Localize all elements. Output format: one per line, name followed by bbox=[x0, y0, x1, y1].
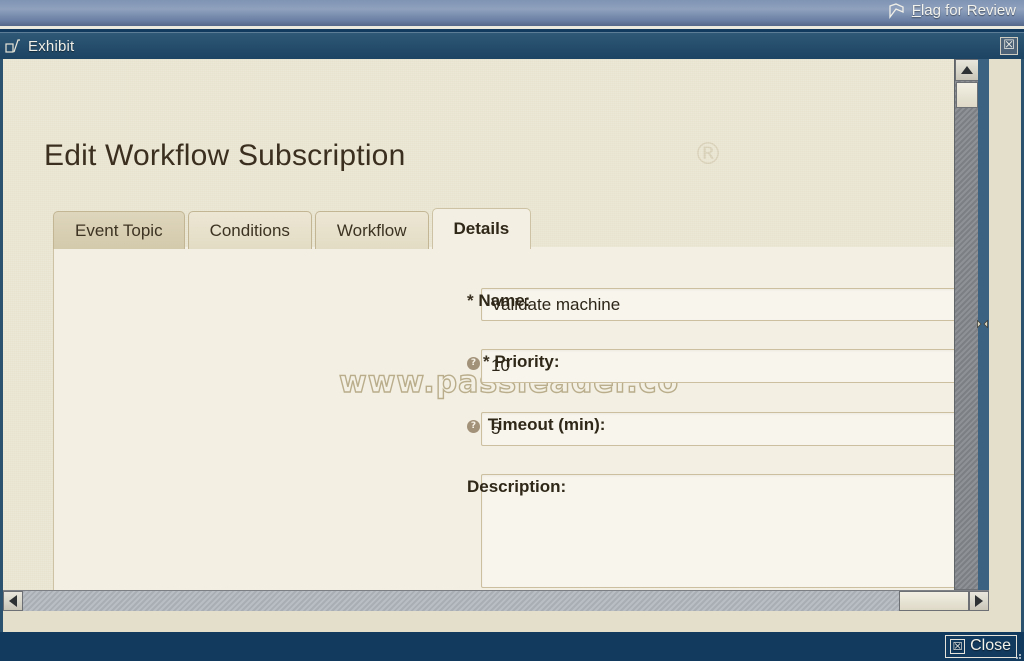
chevron-right-icon bbox=[975, 595, 983, 607]
flag-for-review-button[interactable]: Flag for Review bbox=[887, 2, 1016, 20]
priority-required-marker: * bbox=[483, 352, 490, 371]
tab-event-topic[interactable]: Event Topic bbox=[53, 211, 185, 249]
name-required-marker: * bbox=[467, 291, 474, 310]
tab-conditions[interactable]: Conditions bbox=[187, 211, 312, 249]
chevron-up-icon bbox=[961, 66, 973, 74]
flag-accesskey-letter: F bbox=[911, 2, 921, 19]
tab-strip: Event Topic Conditions Workflow Details bbox=[53, 208, 534, 249]
exhibit-window-body: vmware ® Edit Workflow Subscription Even… bbox=[0, 59, 1024, 632]
timeout-label-text: Timeout (min): bbox=[487, 415, 606, 434]
tab-details[interactable]: Details bbox=[431, 208, 532, 249]
page-canvas: vmware ® Edit Workflow Subscription Even… bbox=[3, 59, 989, 611]
app-top-bar: Flag for Review bbox=[0, 0, 1024, 29]
tab-workflow[interactable]: Workflow bbox=[314, 211, 429, 249]
form-row-priority: ? * Priority: bbox=[467, 349, 965, 383]
vertical-scrollbar[interactable] bbox=[954, 59, 979, 611]
window-title: Exhibit bbox=[28, 37, 75, 55]
priority-label: ? * Priority: bbox=[467, 352, 560, 372]
scroll-left-button[interactable] bbox=[3, 591, 23, 611]
flag-icon bbox=[889, 3, 904, 19]
horizontal-scrollbar[interactable] bbox=[3, 590, 989, 611]
exhibit-titlebar[interactable]: Exhibit ☒ bbox=[0, 32, 1024, 59]
timeout-help-icon[interactable]: ? bbox=[467, 420, 480, 433]
tab-details-label: Details bbox=[453, 219, 510, 238]
exhibit-window: Exhibit ☒ vmware ® Edit Workflow Subscri… bbox=[0, 32, 1024, 632]
form-row-name: * Name: bbox=[467, 288, 963, 321]
flag-for-review-label: Flag for Review bbox=[912, 2, 1016, 20]
name-label: * Name: bbox=[467, 291, 530, 311]
flag-label-rest: lag for Review bbox=[920, 2, 1016, 19]
chevron-left-icon bbox=[9, 595, 17, 607]
close-button-label: Close bbox=[970, 637, 1011, 654]
vmware-registered-mark: ® bbox=[693, 137, 723, 172]
form-row-description: Description: bbox=[467, 474, 965, 588]
scroll-up-button[interactable] bbox=[955, 59, 979, 81]
priority-help-icon[interactable]: ? bbox=[467, 357, 480, 370]
tab-workflow-label: Workflow bbox=[336, 220, 407, 240]
priority-label-text: Priority: bbox=[494, 352, 560, 371]
horizontal-resize-handle[interactable] bbox=[977, 317, 988, 331]
vertical-scrollbar-thumb[interactable] bbox=[956, 82, 978, 108]
exhibit-icon bbox=[5, 39, 20, 53]
window-close-icon[interactable]: ☒ bbox=[1000, 37, 1018, 55]
description-label: Description: bbox=[467, 477, 566, 497]
name-label-text: Name: bbox=[478, 291, 531, 310]
close-icon: ☒ bbox=[950, 638, 966, 654]
bottom-action-bar: ☒ Close bbox=[0, 632, 1024, 661]
horizontal-scrollbar-thumb[interactable] bbox=[899, 591, 969, 611]
page-title: Edit Workflow Subscription bbox=[44, 139, 406, 172]
name-input[interactable] bbox=[481, 288, 963, 321]
window-resize-grip[interactable] bbox=[1012, 650, 1022, 660]
right-gutter bbox=[978, 59, 989, 611]
timeout-label: ? Timeout (min): bbox=[467, 415, 605, 435]
horizontal-scrollbar-track[interactable] bbox=[23, 591, 969, 611]
tab-conditions-label: Conditions bbox=[209, 220, 290, 240]
scroll-right-button[interactable] bbox=[969, 591, 989, 611]
form-row-timeout: ? Timeout (min): bbox=[467, 412, 965, 446]
close-button[interactable]: ☒ Close bbox=[945, 635, 1017, 658]
tab-event-topic-label: Event Topic bbox=[75, 220, 163, 240]
